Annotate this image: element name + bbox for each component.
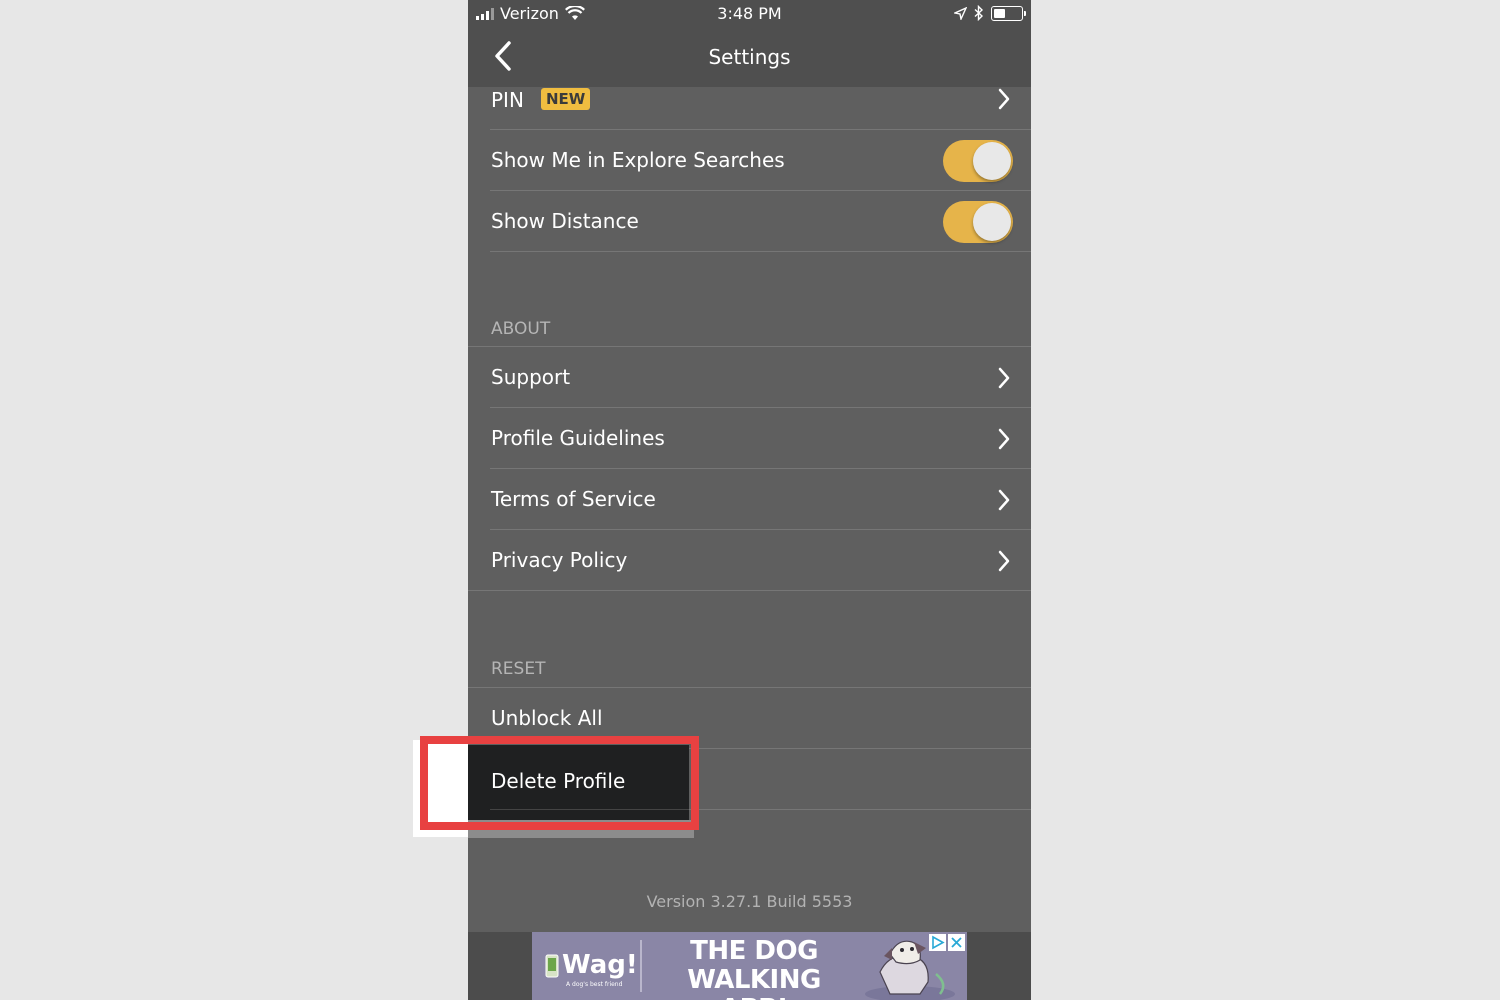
ad-headline-line-1: THE DOG	[690, 936, 818, 966]
pin-new-badge: NEW	[541, 88, 591, 110]
status-right	[954, 5, 1026, 21]
distance-label: Show Distance	[491, 209, 639, 233]
battery-icon	[991, 5, 1026, 21]
pin-chevron-icon	[998, 88, 1010, 110]
distance-row: Show Distance	[468, 191, 1031, 252]
explore-toggle[interactable]	[943, 140, 1013, 182]
profile-guidelines-label: Profile Guidelines	[491, 426, 665, 450]
toggle-knob	[973, 142, 1011, 180]
ad-bar: Wag! A dog's best friend THE DOG WALKING…	[468, 932, 1031, 1000]
terms-label: Terms of Service	[491, 487, 656, 511]
status-bar: Verizon 3:48 PM	[468, 0, 1031, 28]
adchoices-icon[interactable]	[929, 934, 946, 951]
privacy-row[interactable]: Privacy Policy	[468, 530, 1031, 591]
ad-tagline: A dog's best friend	[566, 981, 623, 988]
support-label: Support	[491, 365, 571, 389]
ad-headline: THE DOG WALKING APP!	[657, 937, 851, 1000]
version-label: Version 3.27.1 Build 5553	[646, 892, 853, 911]
pin-text-label: PIN	[491, 88, 524, 112]
support-row[interactable]: Support	[468, 347, 1031, 408]
navbar-overlay: Settings	[468, 28, 1031, 87]
bluetooth-icon	[974, 5, 984, 21]
ad-banner[interactable]: Wag! A dog's best friend THE DOG WALKING…	[532, 932, 967, 1000]
location-icon	[954, 6, 967, 20]
phone-icon	[545, 954, 559, 978]
reset-header: RESET	[491, 659, 546, 679]
highlight-box	[420, 736, 699, 830]
profile-guidelines-row[interactable]: Profile Guidelines	[468, 408, 1031, 469]
row-divider	[468, 590, 1031, 591]
chevron-right-icon	[998, 550, 1010, 572]
chevron-right-icon	[998, 367, 1010, 389]
toggle-knob	[973, 203, 1011, 241]
chevron-right-icon	[998, 428, 1010, 450]
unblock-label: Unblock All	[491, 706, 603, 730]
chevron-right-icon	[998, 489, 1010, 511]
ad-headline-line-2: WALKING APP!	[687, 965, 821, 1000]
status-time: 3:48 PM	[717, 4, 782, 23]
settings-title: Settings	[708, 45, 791, 69]
explore-row: Show Me in Explore Searches	[468, 130, 1031, 191]
close-icon[interactable]	[948, 934, 965, 951]
terms-row[interactable]: Terms of Service	[468, 469, 1031, 530]
about-header: ABOUT	[491, 319, 551, 339]
phone-screen: Verizon 3:48 PM Settings PIN NEW Show Me…	[468, 0, 1031, 1000]
privacy-label: Privacy Policy	[491, 548, 628, 572]
distance-toggle[interactable]	[943, 201, 1013, 243]
pin-text: PIN	[491, 88, 524, 112]
explore-label: Show Me in Explore Searches	[491, 148, 785, 172]
pin-row-visible[interactable]: PIN NEW	[468, 87, 1031, 130]
ad-choices[interactable]	[929, 934, 965, 951]
ad-separator	[640, 940, 642, 992]
ad-brand: Wag!	[562, 950, 638, 980]
row-divider	[490, 251, 1031, 252]
